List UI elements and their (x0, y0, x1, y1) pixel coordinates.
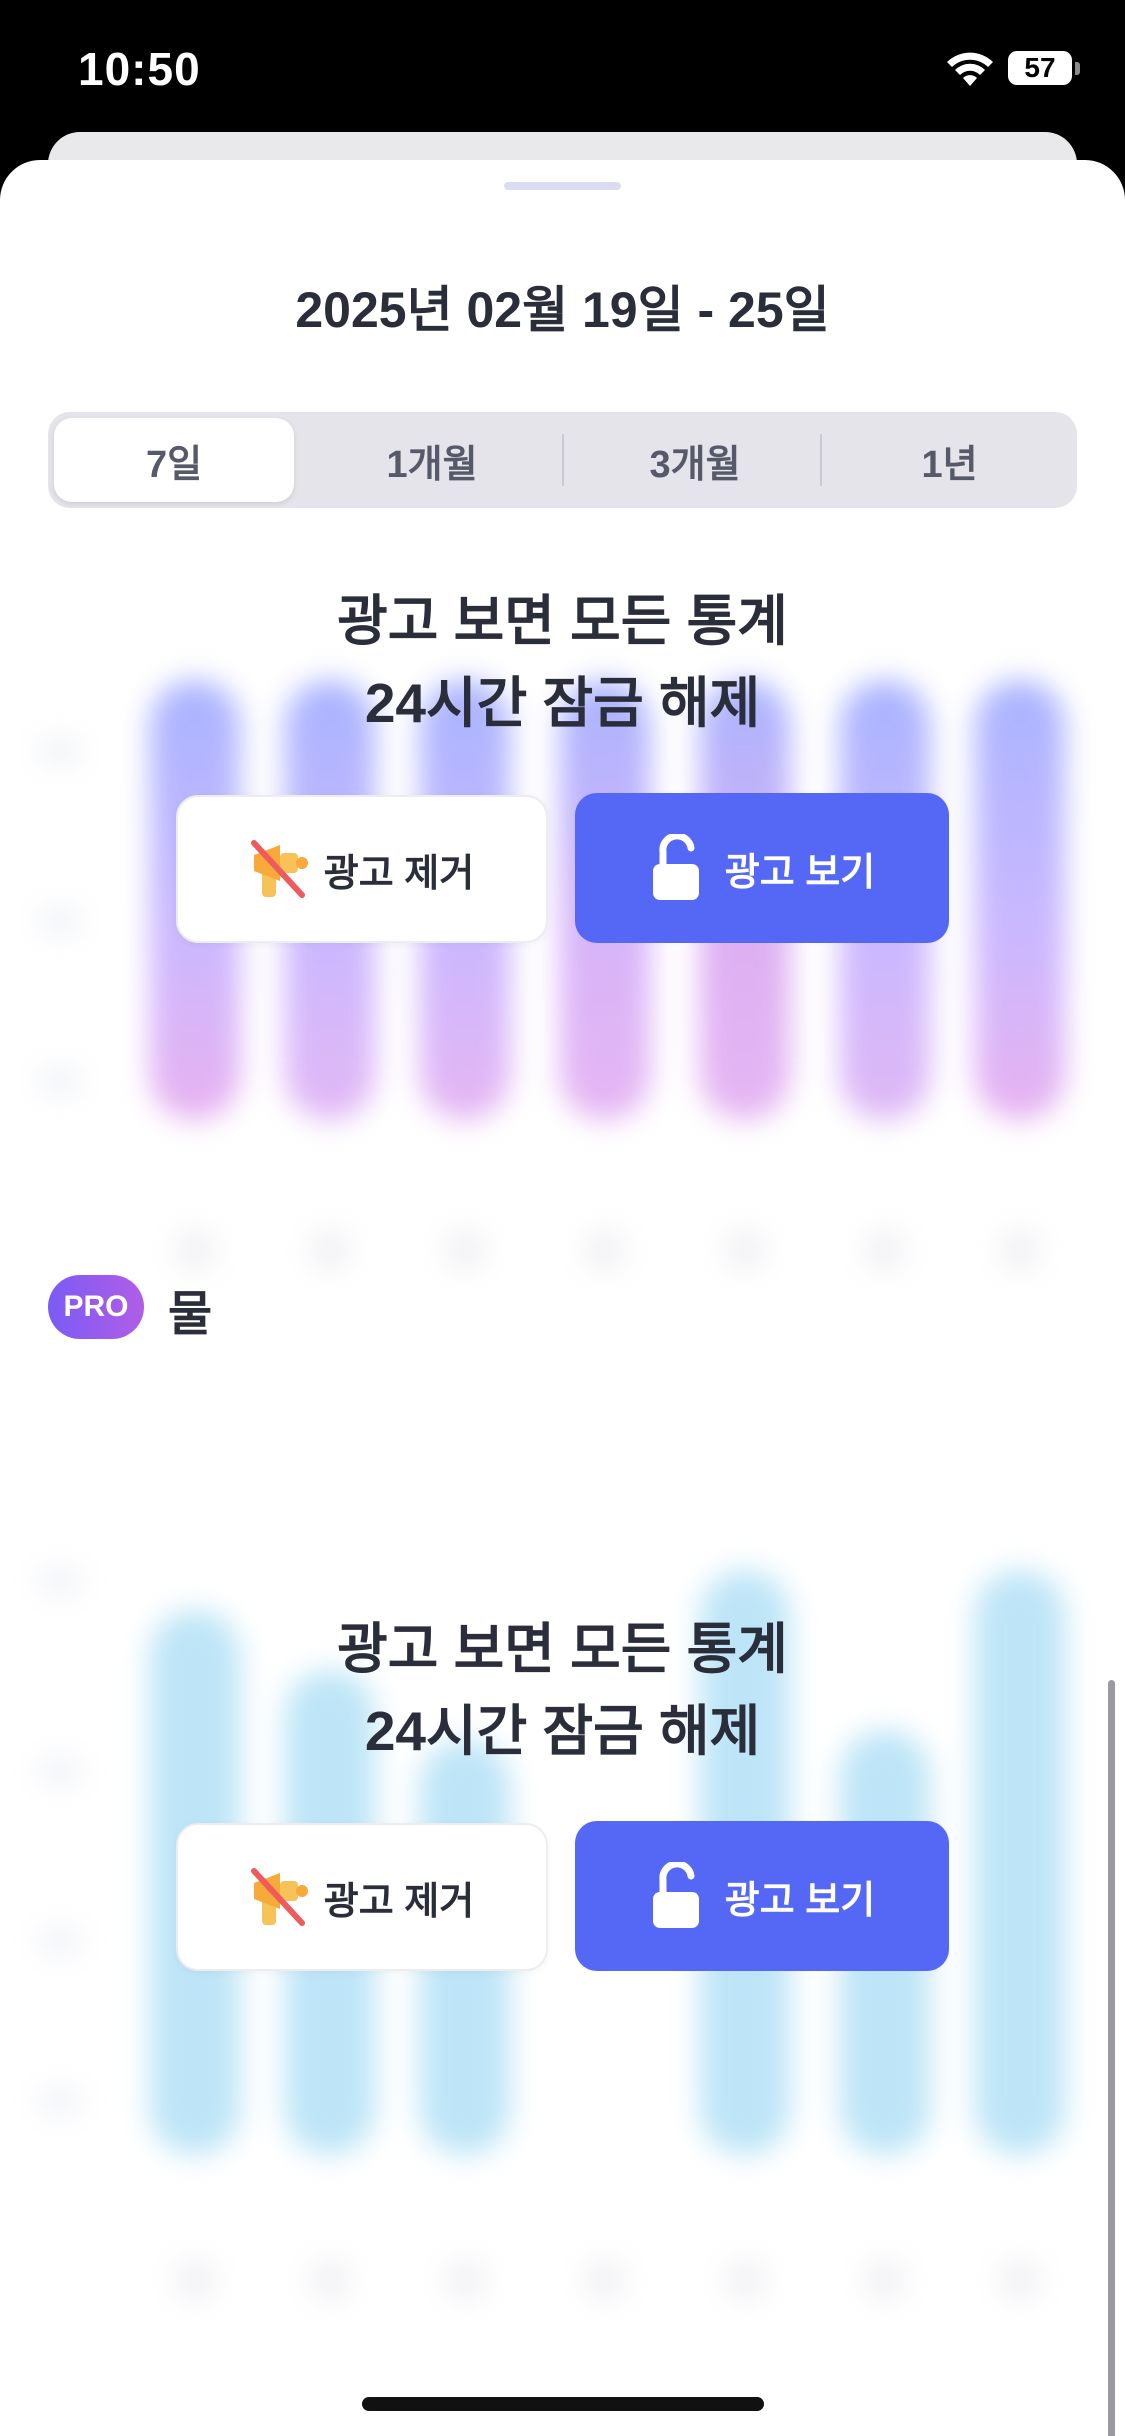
day-label (1000, 2260, 1040, 2300)
tab-7-days[interactable]: 7일 (54, 418, 294, 502)
remove-ads-label: 광고 제거 (323, 852, 475, 895)
status-time: 10:50 (78, 43, 201, 95)
tab-1-year[interactable]: 1년 (828, 418, 1071, 502)
locked-chart-2 (0, 1370, 1125, 2390)
sheet-grabber[interactable] (504, 182, 621, 190)
muted-megaphone-icon (250, 840, 308, 898)
day-label (865, 1230, 905, 1270)
home-indicator[interactable] (362, 2397, 764, 2411)
tab-label: 7일 (145, 443, 203, 486)
battery-cap (1075, 62, 1080, 75)
battery-level: 57 (1024, 52, 1056, 83)
day-label (310, 2260, 350, 2300)
tab-label: 1년 (921, 443, 978, 486)
overlay-title-line1: 광고 보면 모든 통계 (337, 590, 788, 652)
overlay-title-line2: 24시간 잠금 해제 (364, 672, 761, 734)
day-label (585, 2260, 625, 2300)
axis-label (40, 1570, 80, 1592)
overlay-title-line1: 광고 보면 모든 통계 (337, 1618, 788, 1680)
day-label (175, 2260, 215, 2300)
day-label (445, 2260, 485, 2300)
stats-sheet: 2025년 02월 19일 - 25일 7일 1개월 3개월 1년 광고 보면 … (0, 160, 1125, 2436)
chart-bar (975, 680, 1065, 1120)
wifi-icon (947, 52, 993, 86)
day-label (445, 1230, 485, 1270)
tab-label: 3개월 (649, 443, 741, 486)
period-segmented-control: 7일 1개월 3개월 1년 (48, 412, 1077, 508)
tab-divider (562, 434, 564, 486)
section-title-water: 물 (168, 1288, 213, 1341)
day-label (585, 1230, 625, 1270)
pro-badge: PRO (48, 1275, 144, 1339)
status-bar: 10:50 57 (0, 0, 1125, 140)
axis-label (40, 1070, 80, 1092)
unlock-icon (652, 834, 699, 900)
remove-ads-button[interactable]: 광고 제거 (176, 1823, 548, 1971)
axis-label (40, 1930, 80, 1952)
day-label (175, 1230, 215, 1270)
day-label (725, 1230, 765, 1270)
date-range-title: 2025년 02월 19일 - 25일 (295, 282, 830, 338)
scroll-indicator[interactable] (1108, 1680, 1115, 2436)
axis-label (40, 2090, 80, 2112)
remove-ads-button[interactable]: 광고 제거 (176, 795, 548, 943)
tab-3-months[interactable]: 3개월 (570, 418, 820, 502)
axis-label (40, 910, 80, 932)
overlay-title-line2: 24시간 잠금 해제 (364, 1700, 761, 1762)
remove-ads-label: 광고 제거 (323, 1880, 475, 1923)
day-label (865, 2260, 905, 2300)
day-label (310, 1230, 350, 1270)
day-label (1000, 1230, 1040, 1270)
tab-divider (820, 434, 822, 486)
muted-megaphone-icon (250, 1868, 308, 1926)
watch-ad-button[interactable]: 광고 보기 (575, 793, 949, 943)
tab-1-month[interactable]: 1개월 (312, 418, 552, 502)
watch-ad-button[interactable]: 광고 보기 (575, 1821, 949, 1971)
tab-label: 1개월 (386, 443, 478, 486)
day-label (725, 2260, 765, 2300)
watch-ad-label: 광고 보기 (724, 1879, 876, 1922)
unlock-icon (652, 1862, 699, 1928)
watch-ad-label: 광고 보기 (724, 851, 876, 894)
battery-indicator: 57 (1008, 51, 1072, 85)
